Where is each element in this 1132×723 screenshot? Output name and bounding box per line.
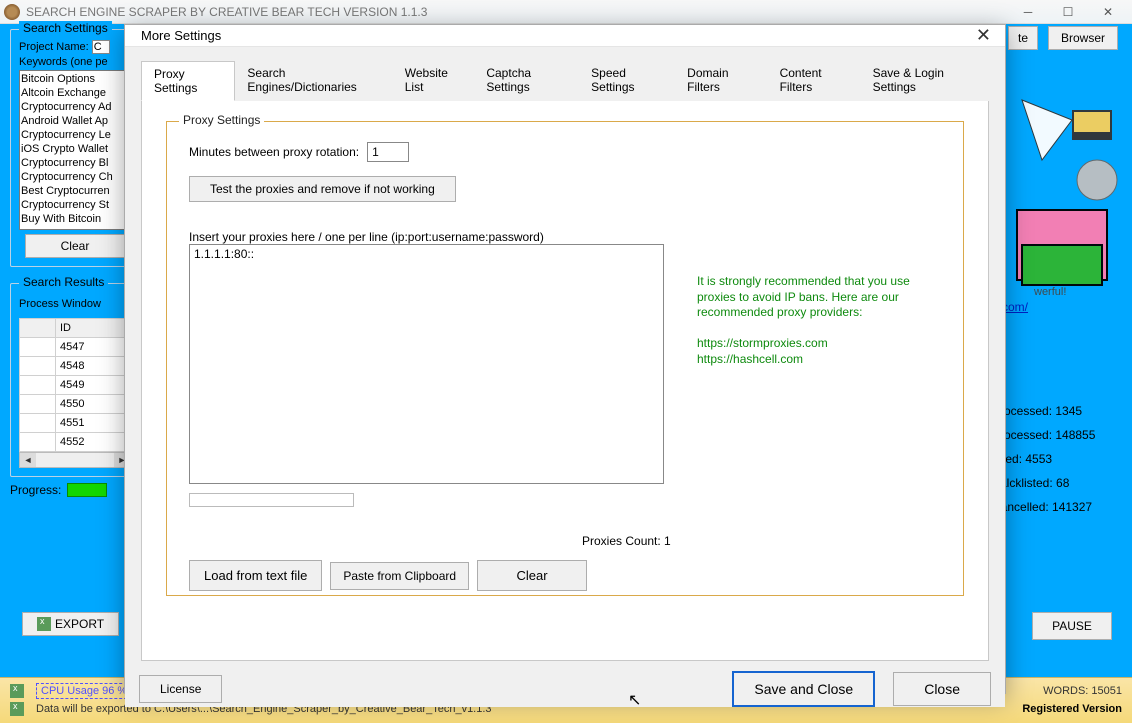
load-from-file-button[interactable]: Load from text file (189, 560, 322, 591)
proxies-count: Proxies Count: 1 (582, 534, 671, 548)
stat-scraped: aped: 4553 (992, 452, 1132, 466)
dialog-titlebar: More Settings ✕ (125, 25, 1005, 47)
keyword-item[interactable]: Bitcoin Options (21, 72, 129, 86)
svg-text:werful!: werful! (1033, 286, 1066, 298)
table-row[interactable]: 4550 (20, 395, 131, 414)
keyword-item[interactable]: Best Cryptocurren (21, 184, 129, 198)
tab-search-engines[interactable]: Search Engines/Dictionaries (235, 61, 392, 101)
clear-keywords-button[interactable]: Clear (25, 234, 126, 258)
search-settings-group: Search Settings Project Name: Keywords (… (10, 29, 140, 267)
progress-label: Progress: (10, 483, 61, 497)
proxies-textarea[interactable] (189, 244, 664, 484)
export-button[interactable]: EXPORT (22, 612, 119, 636)
table-row[interactable]: 4549 (20, 376, 131, 395)
keyword-item[interactable]: Cryptocurrency Ch (21, 170, 129, 184)
stat-urls-processed: Processed: 148855 (992, 428, 1132, 442)
rotation-input[interactable] (367, 142, 409, 162)
stat-cancelled: Cancelled: 141327 (992, 500, 1132, 514)
hashcell-link[interactable]: https://hashcell.com (697, 352, 803, 366)
keyword-item[interactable]: Altcoin Exchange (21, 86, 129, 100)
registered-badge: Registered Version (1022, 703, 1122, 715)
tab-save-login[interactable]: Save & Login Settings (861, 61, 989, 101)
table-row[interactable]: 4548 (20, 357, 131, 376)
clear-proxies-button[interactable]: Clear (477, 560, 587, 591)
rotation-label: Minutes between proxy rotation: (189, 145, 359, 159)
maximize-icon[interactable]: ☐ (1048, 0, 1088, 24)
close-icon[interactable]: ✕ (1088, 0, 1128, 24)
tab-content-filters[interactable]: Content Filters (768, 61, 861, 101)
keyword-item[interactable]: Buy With Bitcoin (21, 212, 129, 226)
project-name-input[interactable] (92, 40, 110, 54)
stat-blacklisted: Balcklisted: 68 (992, 476, 1132, 490)
keyword-item[interactable]: Cryptocurrency Ad (21, 100, 129, 114)
keywords-listbox[interactable]: Bitcoin OptionsAltcoin ExchangeCryptocur… (19, 70, 131, 230)
tab-website-list[interactable]: Website List (393, 61, 475, 101)
keyword-item[interactable]: Cryptocurrency Bl (21, 156, 129, 170)
dialog-footer: License Save and Close Close (125, 671, 1005, 707)
excel-icon (10, 702, 24, 716)
table-row[interactable]: 4551 (20, 414, 131, 433)
close-button[interactable]: Close (893, 672, 991, 706)
cpu-usage: CPU Usage 96 % (36, 683, 132, 699)
process-window-label: Process Window (19, 298, 131, 310)
dialog-close-icon[interactable]: ✕ (970, 25, 997, 46)
tab-proxy-settings[interactable]: Proxy Settings (141, 61, 235, 101)
keyword-item[interactable]: iOS Crypto Wallet (21, 142, 129, 156)
tab-domain-filters[interactable]: Domain Filters (675, 61, 767, 101)
proxy-recommendation: It is strongly recommended that you use … (697, 274, 927, 368)
proxy-legend: Proxy Settings (179, 113, 264, 127)
words-count: WORDS: 15051 (1043, 685, 1122, 697)
keyword-item[interactable]: Cryptocurrency Le (21, 128, 129, 142)
keywords-label: Keywords (one pe (19, 56, 131, 68)
proxy-settings-page: Proxy Settings Minutes between proxy rot… (141, 101, 989, 661)
test-proxies-button[interactable]: Test the proxies and remove if not worki… (189, 176, 456, 202)
excel-icon (37, 617, 51, 631)
table-row[interactable]: 4547 (20, 338, 131, 357)
save-and-close-button[interactable]: Save and Close (732, 671, 875, 707)
proxy-test-progress (189, 493, 354, 507)
results-table[interactable]: ID 454745484549455045514552 (19, 318, 131, 452)
bear-icon (4, 4, 20, 20)
search-results-legend: Search Results (19, 275, 108, 289)
pause-button[interactable]: PAUSE (1032, 612, 1112, 640)
app-title: SEARCH ENGINE SCRAPER BY CREATIVE BEAR T… (26, 5, 427, 19)
minimize-icon[interactable]: ─ (1008, 0, 1048, 24)
bear-illustration: werful! (1012, 90, 1122, 300)
insert-proxies-label: Insert your proxies here / one per line … (189, 230, 941, 244)
stat-keywords-processed: Processed: 1345 (992, 404, 1132, 418)
excel-icon (10, 684, 24, 698)
proxy-fieldset: Proxy Settings Minutes between proxy rot… (166, 121, 964, 596)
license-button[interactable]: License (139, 675, 222, 703)
stormproxies-link[interactable]: https://stormproxies.com (697, 336, 828, 350)
tab-speed-settings[interactable]: Speed Settings (579, 61, 675, 101)
search-results-group: Search Results Process Window ID 4547454… (10, 283, 140, 477)
horizontal-scrollbar[interactable]: ◄ ► (19, 452, 131, 468)
more-settings-dialog: More Settings ✕ Proxy Settings Search En… (124, 24, 1006, 694)
paste-from-clipboard-button[interactable]: Paste from Clipboard (330, 562, 469, 590)
main-titlebar: SEARCH ENGINE SCRAPER BY CREATIVE BEAR T… (0, 0, 1132, 24)
keyword-item[interactable]: Cryptocurrency St (21, 198, 129, 212)
tab-captcha-settings[interactable]: Captcha Settings (474, 61, 579, 101)
search-settings-legend: Search Settings (19, 21, 112, 35)
table-row[interactable]: 4552 (20, 433, 131, 452)
keyword-item[interactable]: Android Wallet Ap (21, 114, 129, 128)
scroll-left-icon[interactable]: ◄ (20, 453, 36, 467)
col-id: ID (56, 319, 131, 338)
settings-tabs: Proxy Settings Search Engines/Dictionari… (141, 61, 989, 101)
project-name-label: Project Name: (19, 40, 131, 54)
hidden-te-button[interactable]: te (1008, 26, 1038, 50)
browser-button[interactable]: Browser (1048, 26, 1118, 50)
dialog-title: More Settings (141, 28, 221, 43)
progress-bar (67, 483, 107, 497)
